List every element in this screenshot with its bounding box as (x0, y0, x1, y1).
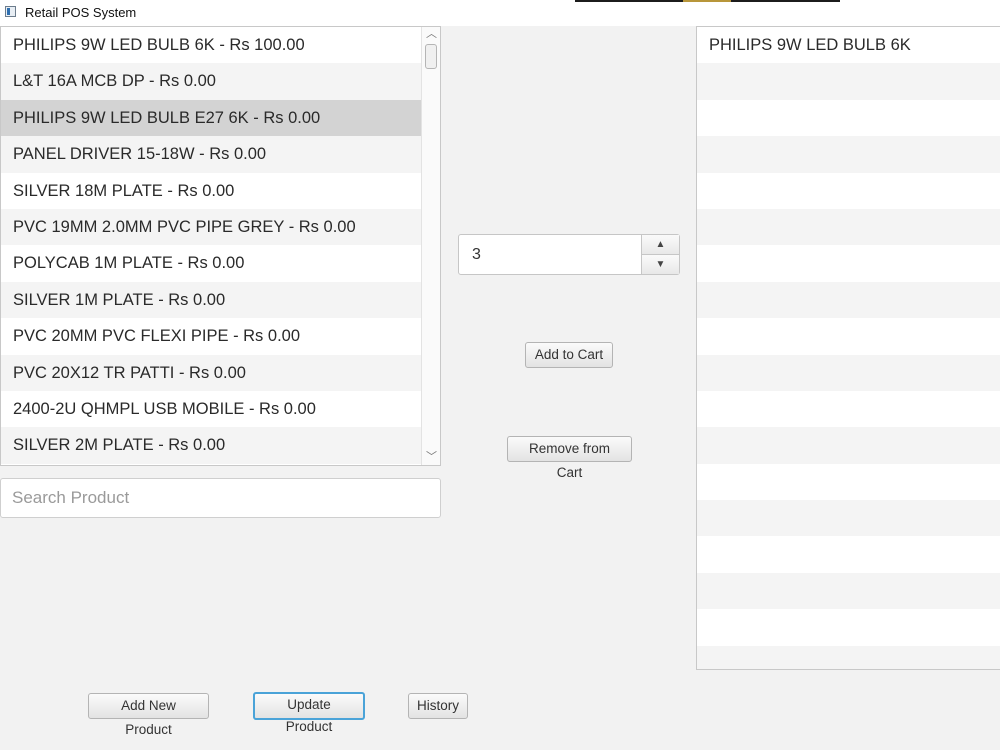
product-list-item[interactable]: PHILIPS 9W LED BULB 6K - Rs 100.00 (1, 27, 421, 63)
window-title: Retail POS System (25, 5, 137, 20)
cart-empty-row[interactable] (697, 500, 1000, 537)
quantity-spinner[interactable]: 3 ▲ ▼ (458, 234, 680, 275)
quantity-value[interactable]: 3 (472, 235, 481, 274)
search-product-input[interactable] (0, 478, 441, 518)
increment-icon[interactable]: ▲ (642, 235, 679, 255)
cart-empty-row[interactable] (697, 464, 1000, 500)
product-list-rows: PHILIPS 9W LED BULB 6K - Rs 100.00 L&T 16… (1, 27, 421, 464)
product-list-item[interactable]: PVC 20MM PVC FLEXI PIPE - Rs 0.00 (1, 318, 421, 354)
product-list-item[interactable]: 2400-2U QHMPL USB MOBILE - Rs 0.00 (1, 391, 421, 427)
cart-empty-row[interactable] (697, 536, 1000, 572)
title-bar: Retail POS System (0, 0, 1000, 26)
cart-empty-row[interactable] (697, 572, 1000, 610)
product-list-item[interactable]: POLYCAB 1M PLATE - Rs 0.00 (1, 245, 421, 281)
product-list-item[interactable]: SILVER 1M PLATE - Rs 0.00 (1, 281, 421, 319)
top-edge-strip (575, 0, 840, 2)
cart-empty-row[interactable] (697, 245, 1000, 281)
product-list-item[interactable]: PANEL DRIVER 15-18W - Rs 0.00 (1, 136, 421, 173)
product-list-item[interactable]: L&T 16A MCB DP - Rs 0.00 (1, 63, 421, 100)
cart-empty-row[interactable] (697, 318, 1000, 354)
cart-empty-row[interactable] (697, 645, 1000, 669)
product-list[interactable]: PHILIPS 9W LED BULB 6K - Rs 100.00 L&T 16… (0, 26, 441, 466)
cart-empty-row[interactable] (697, 63, 1000, 100)
scroll-up-icon[interactable]: ︿ (426, 29, 437, 40)
cart-list[interactable]: PHILIPS 9W LED BULB 6K (696, 26, 1000, 670)
product-list-item[interactable]: PVC 20X12 TR PATTI - Rs 0.00 (1, 354, 421, 391)
cart-empty-row[interactable] (697, 391, 1000, 427)
remove-from-cart-button[interactable]: Remove from Cart (507, 436, 632, 480)
scrollbar-thumb[interactable] (425, 44, 437, 69)
cart-empty-row[interactable] (697, 136, 1000, 173)
add-to-cart-button[interactable]: Add to Cart (525, 342, 613, 368)
cart-empty-row[interactable] (697, 427, 1000, 464)
cart-empty-row[interactable] (697, 173, 1000, 209)
cart-empty-row[interactable] (697, 609, 1000, 645)
scroll-down-icon[interactable]: ﹀ (426, 452, 437, 463)
cart-list-rows: PHILIPS 9W LED BULB 6K (697, 27, 1000, 669)
history-button[interactable]: History (408, 693, 468, 719)
product-list-item[interactable]: SILVER 2M PLATE - Rs 0.00 (1, 427, 421, 464)
cart-empty-row[interactable] (697, 354, 1000, 391)
cart-list-item[interactable]: PHILIPS 9W LED BULB 6K (697, 27, 1000, 63)
cart-empty-row[interactable] (697, 281, 1000, 319)
cart-empty-row[interactable] (697, 208, 1000, 246)
app-icon (5, 6, 16, 17)
product-list-item[interactable]: PHILIPS 9W LED BULB E27 6K - Rs 0.00 (1, 99, 421, 137)
product-list-item[interactable]: SILVER 18M PLATE - Rs 0.00 (1, 173, 421, 209)
product-list-item[interactable]: PVC 19MM 2.0MM PVC PIPE GREY - Rs 0.00 (1, 208, 421, 246)
product-list-scrollbar[interactable]: ︿ ﹀ (421, 27, 440, 465)
update-product-button[interactable]: Update Product (253, 692, 365, 734)
cart-empty-row[interactable] (697, 100, 1000, 136)
add-new-product-button[interactable]: Add New Product (88, 693, 209, 737)
decrement-icon[interactable]: ▼ (642, 255, 679, 274)
spinner-buttons: ▲ ▼ (641, 235, 679, 274)
